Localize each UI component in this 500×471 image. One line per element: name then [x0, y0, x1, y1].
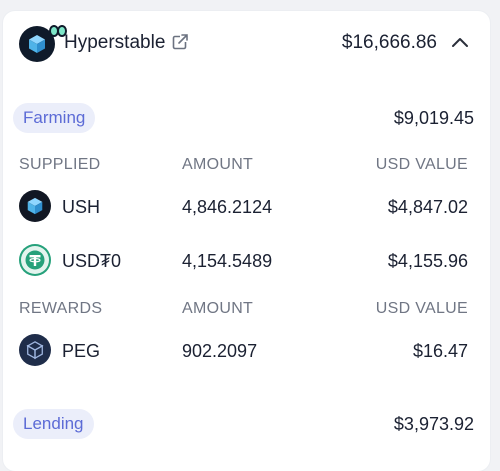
token-usd-value: $16.47 — [412, 341, 468, 361]
token-amount: 4,846.2124 — [182, 197, 273, 217]
protocol-card: Hyperstable $16,666.86 Farming $9,019.45… — [3, 11, 490, 471]
external-link-icon[interactable] — [171, 33, 189, 51]
protocol-name: Hyperstable — [64, 32, 166, 53]
peg-cube-icon — [19, 334, 51, 366]
token-symbol: USH — [62, 197, 101, 217]
usd-value-column-header: USD VALUE — [375, 300, 468, 317]
token-amount: 902.2097 — [182, 341, 258, 361]
farming-total-value: $9,019.45 — [393, 108, 474, 128]
rewards-column-header: REWARDS — [19, 300, 103, 317]
token-amount: 4,154.5489 — [182, 251, 273, 271]
ush-cube-icon — [19, 190, 51, 222]
supplied-column-header: SUPPLIED — [19, 156, 101, 173]
lending-total-value: $3,973.92 — [393, 414, 474, 434]
token-symbol: PEG — [62, 341, 101, 361]
amount-column-header: AMOUNT — [182, 300, 254, 317]
hyperstable-cube-icon — [19, 25, 67, 62]
chevron-up-icon[interactable] — [450, 33, 470, 53]
amount-column-header: AMOUNT — [182, 156, 254, 173]
token-usd-value: $4,155.96 — [387, 251, 468, 271]
usdt0-icon — [19, 244, 51, 276]
usd-value-column-header: USD VALUE — [375, 156, 468, 173]
token-symbol: USD₮0 — [62, 251, 122, 271]
protocol-header[interactable]: Hyperstable $16,666.86 — [3, 11, 490, 75]
protocol-total-value: $16,666.86 — [341, 32, 437, 53]
token-usd-value: $4,847.02 — [387, 197, 468, 217]
farming-badge: Farming — [13, 103, 96, 133]
lending-badge: Lending — [13, 409, 94, 439]
